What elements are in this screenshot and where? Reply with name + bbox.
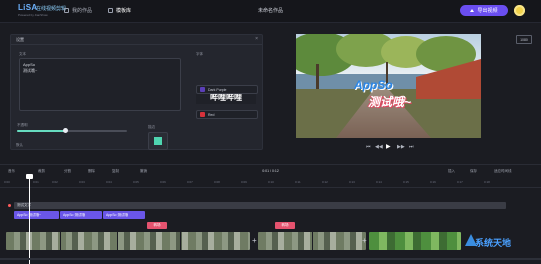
font-color-swatch <box>200 87 205 92</box>
text-label: 文本 <box>19 52 26 56</box>
video-preview[interactable]: AppSo 测试哦~ <box>296 34 481 138</box>
settings-panel-header: 设置 × <box>11 35 262 45</box>
export-button[interactable]: 导出视频 <box>460 5 508 16</box>
ruler-tick: 0:18 <box>484 180 490 184</box>
settings-panel: 设置 × 文本 AppSo 测试哦~ 不透明 描边 字体 哔哩哔哩 Dark P… <box>10 34 263 150</box>
clip-separator <box>180 232 181 250</box>
add-clip-button[interactable]: + <box>362 236 367 245</box>
video-clip[interactable] <box>369 232 461 250</box>
text-clip[interactable]: AppSo 测试哦~ <box>14 211 59 219</box>
ruler-tick: 0:02 <box>52 180 58 184</box>
ruler-tick: 0:09 <box>241 180 247 184</box>
clip-separator <box>60 232 61 250</box>
ruler-tick: 0:15 <box>403 180 409 184</box>
color-picker[interactable] <box>148 132 168 150</box>
upload-icon <box>470 9 475 12</box>
video-clip[interactable] <box>6 232 250 250</box>
ruler-tick: 0:05 <box>133 180 139 184</box>
stroke-color-name: Red <box>208 112 215 117</box>
ruler-tick: 0:11 <box>295 180 301 184</box>
text-track[interactable]: 测试文字 <box>14 202 506 209</box>
settings-tab[interactable]: 设置 <box>16 37 24 43</box>
opacity-slider[interactable] <box>17 128 127 133</box>
color-swatch <box>154 137 162 145</box>
skip-end-icon[interactable]: ⏭ <box>409 144 414 150</box>
ruler-tick: 0:13 <box>349 180 355 184</box>
top-bar: LiSA 在线视频剪辑 Powered by JianShow 我的作品 模板库… <box>0 0 541 23</box>
opacity-slider-fill <box>17 130 65 132</box>
export-label: 导出视频 <box>477 8 498 14</box>
color-label: 描边 <box>148 125 155 129</box>
ruler-tick: 0:04 <box>106 180 112 184</box>
timeline-scrollbar[interactable] <box>0 258 541 260</box>
watermark: 系统天地 <box>475 238 512 248</box>
clip-separator <box>312 232 313 250</box>
ruler-tick: 0:03 <box>79 180 85 184</box>
font-color-select[interactable]: Dark Purple <box>196 85 258 94</box>
track-record-icon <box>8 204 11 207</box>
timecode: 0:01 / 0:12 <box>262 169 279 173</box>
close-icon[interactable]: × <box>255 36 258 42</box>
stroke-color-select[interactable]: Red <box>196 110 258 119</box>
play-icon[interactable]: ▶ <box>386 143 391 150</box>
stroke-color-swatch <box>200 112 205 117</box>
playhead[interactable] <box>29 176 30 264</box>
step-forward-icon[interactable]: ▶▶ <box>397 144 405 150</box>
ruler-tick: 0:01 <box>33 180 39 184</box>
quality-badge[interactable]: 1080 <box>516 35 532 44</box>
transition-marker[interactable]: 转场 <box>147 222 167 229</box>
text-clip[interactable]: AppSo 测试哦 <box>103 211 145 219</box>
ruler-tick: 0:12 <box>322 180 328 184</box>
tool-insert[interactable]: 插入 <box>448 169 455 174</box>
font-color-name: Dark Purple <box>208 87 227 92</box>
text-line-2: 测试哦~ <box>23 68 38 73</box>
opacity-slider-knob[interactable] <box>63 128 68 133</box>
overlay-text-line-2[interactable]: 测试哦~ <box>368 93 411 110</box>
ruler-tick: 0:08 <box>214 180 220 184</box>
style-label: 字体 <box>196 52 203 56</box>
ruler-tick: 0:16 <box>430 180 436 184</box>
text-clip[interactable]: AppSo 测试哦 <box>60 211 102 219</box>
add-clip-button[interactable]: + <box>252 236 257 245</box>
timeline-toolbar: 音乐 裁剪 分割 删除 复制 撤销 0:01 / 0:12 插入 保存 适应时间… <box>0 164 541 178</box>
avatar[interactable] <box>514 5 525 16</box>
ruler-tick: 0:17 <box>457 180 463 184</box>
ruler-tick: 0:14 <box>376 180 382 184</box>
tool-save[interactable]: 保存 <box>470 169 477 174</box>
ruler-tick: 0:10 <box>268 180 274 184</box>
text-line-1: AppSo <box>23 62 36 67</box>
ruler-tick: 0:07 <box>187 180 193 184</box>
overlay-text-line-1[interactable]: AppSo <box>354 78 393 92</box>
timeline-ruler[interactable]: 0:00 0:01 0:02 0:03 0:04 0:05 0:06 0:07 … <box>0 177 541 188</box>
panel-footer-label: 默认 <box>16 143 23 147</box>
transition-marker[interactable]: 转场 <box>275 222 295 229</box>
rewind-icon[interactable]: ⏮ <box>366 144 371 150</box>
tool-fit-timeline[interactable]: 适应时间线 <box>494 169 512 174</box>
ruler-tick: 0:06 <box>160 180 166 184</box>
clip-separator <box>117 232 118 250</box>
opacity-label: 不透明 <box>17 123 28 127</box>
step-back-icon[interactable]: ◀◀ <box>375 144 383 150</box>
ruler-tick: 0:00 <box>4 180 10 184</box>
text-input[interactable]: AppSo 测试哦~ <box>19 58 181 111</box>
